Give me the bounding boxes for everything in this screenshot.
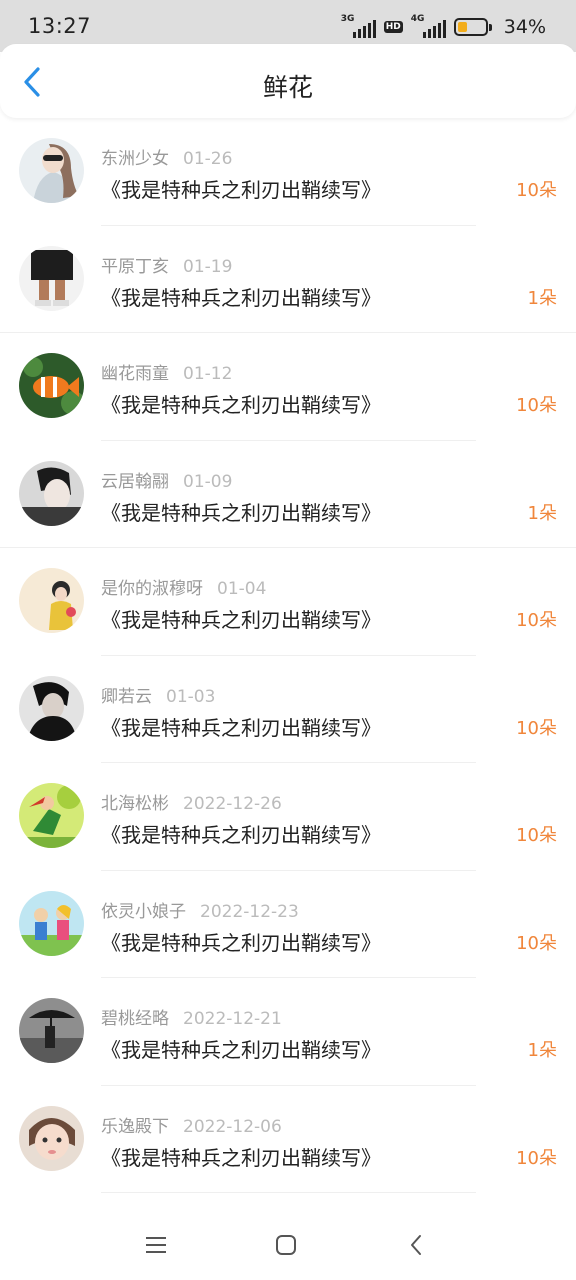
send-date: 2022-12-26: [183, 794, 282, 814]
battery-fill: [457, 22, 467, 32]
status-time: 13:27: [28, 14, 92, 38]
avatar[interactable]: [19, 245, 84, 311]
user-name[interactable]: 东洲少女: [101, 149, 169, 169]
send-date: 01-09: [183, 471, 233, 492]
flower-count: 10朵: [516, 825, 557, 846]
avatar[interactable]: [19, 460, 84, 526]
send-date: 01-03: [166, 686, 216, 707]
avatar[interactable]: [19, 998, 84, 1063]
signal-4g-label: 4G: [410, 14, 425, 24]
avatar[interactable]: [19, 353, 84, 418]
page-title: 鲜花: [262, 73, 313, 102]
hd-icon: HD: [383, 21, 403, 33]
flower-count: 1朵: [527, 1040, 557, 1061]
avatar[interactable]: [19, 675, 84, 741]
list-item[interactable]: 东洲少女 01-26 《我是特种兵之利刃出鞘续写》 10朵: [0, 118, 576, 226]
app-header: 鲜花: [0, 44, 576, 118]
home-button[interactable]: [266, 1230, 306, 1260]
signal-3g-label: 3G: [340, 14, 355, 24]
list-item[interactable]: 卿若云 01-03 《我是特种兵之利刃出鞘续写》 10朵: [0, 656, 576, 763]
book-title[interactable]: 《我是特种兵之利刃出鞘续写》: [101, 927, 381, 956]
flower-count: 10朵: [516, 1147, 557, 1169]
list-item[interactable]: 北海松彬 2022-12-26 《我是特种兵之利刃出鞘续写》 10朵: [0, 763, 576, 871]
nav-back-button[interactable]: [396, 1230, 436, 1260]
flower-count: 10朵: [516, 180, 557, 201]
send-date: 2022-12-06: [183, 1116, 282, 1137]
send-date: 01-19: [183, 256, 233, 277]
menu-icon: [146, 1237, 166, 1253]
book-title[interactable]: 《我是特种兵之利刃出鞘续写》: [101, 497, 381, 526]
book-title[interactable]: 《我是特种兵之利刃出鞘续写》: [101, 604, 381, 633]
signal-4g-icon: 4G: [410, 14, 446, 38]
send-date: 2022-12-21: [183, 1009, 282, 1029]
book-title[interactable]: 《我是特种兵之利刃出鞘续写》: [101, 1034, 381, 1063]
list-item[interactable]: 幽花雨童 01-12 《我是特种兵之利刃出鞘续写》 10朵: [0, 333, 576, 441]
list-item[interactable]: 是你的淑穆呀 01-04 《我是特种兵之利刃出鞘续写》 10朵: [0, 548, 576, 656]
back-icon: [411, 1235, 421, 1255]
status-icons: 3G HD 4G 34%: [340, 14, 546, 38]
flower-count: 10朵: [516, 395, 557, 416]
book-title[interactable]: 《我是特种兵之利刃出鞘续写》: [101, 819, 381, 848]
book-title[interactable]: 《我是特种兵之利刃出鞘续写》: [101, 1142, 381, 1171]
user-name[interactable]: 碧桃经略: [101, 1009, 169, 1029]
user-name[interactable]: 是你的淑穆呀: [101, 579, 203, 599]
list-item[interactable]: 碧桃经略 2022-12-21 《我是特种兵之利刃出鞘续写》 1朵: [0, 978, 576, 1086]
user-name[interactable]: 乐逸殿下: [101, 1117, 169, 1137]
avatar[interactable]: [19, 138, 84, 203]
book-title[interactable]: 《我是特种兵之利刃出鞘续写》: [101, 282, 381, 311]
user-name[interactable]: 云居翰翮: [101, 472, 169, 492]
user-name[interactable]: 幽花雨童: [101, 364, 169, 384]
book-title[interactable]: 《我是特种兵之利刃出鞘续写》: [101, 174, 381, 203]
list-item[interactable]: 乐逸殿下 2022-12-06 《我是特种兵之利刃出鞘续写》 10朵: [0, 1086, 576, 1193]
flower-count: 1朵: [527, 287, 557, 309]
avatar[interactable]: [19, 1105, 84, 1171]
send-date: 2022-12-23: [200, 901, 299, 922]
send-date: 01-26: [183, 149, 233, 169]
system-nav-bar: [0, 1210, 576, 1280]
menu-button[interactable]: [136, 1230, 176, 1260]
flower-count: 10朵: [516, 932, 557, 954]
avatar[interactable]: [19, 568, 84, 633]
book-title[interactable]: 《我是特种兵之利刃出鞘续写》: [101, 712, 381, 741]
user-name[interactable]: 北海松彬: [101, 794, 169, 814]
avatar[interactable]: [19, 783, 84, 848]
battery-percent: 34%: [503, 16, 546, 38]
list-item[interactable]: 云居翰翮 01-09 《我是特种兵之利刃出鞘续写》 1朵: [0, 441, 576, 548]
list-item[interactable]: 平原丁亥 01-19 《我是特种兵之利刃出鞘续写》 1朵: [0, 226, 576, 333]
flower-count: 10朵: [516, 717, 557, 739]
flower-count: 1朵: [527, 502, 557, 524]
send-date: 01-04: [217, 579, 267, 599]
home-icon: [276, 1235, 296, 1255]
list-item[interactable]: 依灵小娘子 2022-12-23 《我是特种兵之利刃出鞘续写》 10朵: [0, 871, 576, 978]
flower-list: 东洲少女 01-26 《我是特种兵之利刃出鞘续写》 10朵 平原丁亥 01-19 《…: [0, 118, 576, 1193]
battery-icon: [453, 18, 492, 36]
flower-count: 10朵: [516, 610, 557, 631]
signal-3g-icon: 3G: [340, 14, 376, 38]
book-title[interactable]: 《我是特种兵之利刃出鞘续写》: [101, 389, 381, 418]
user-name[interactable]: 卿若云: [101, 687, 152, 707]
divider: [101, 1192, 476, 1193]
avatar[interactable]: [19, 890, 84, 956]
send-date: 01-12: [183, 364, 233, 384]
user-name[interactable]: 平原丁亥: [101, 257, 169, 277]
user-name[interactable]: 依灵小娘子: [101, 902, 186, 922]
